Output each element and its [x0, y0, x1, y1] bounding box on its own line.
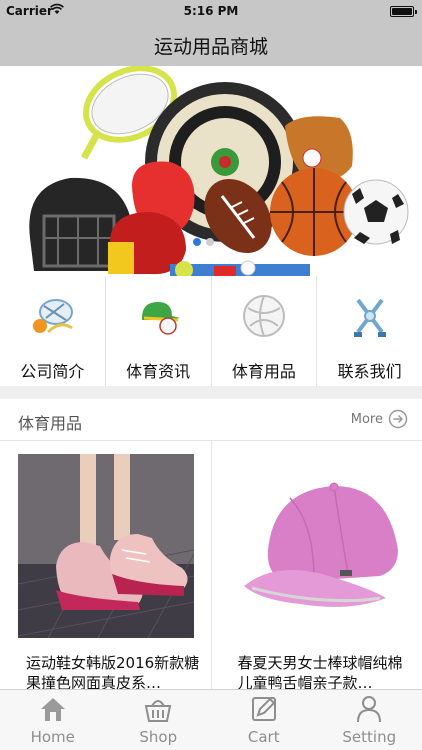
quick-nav-sports-news[interactable]: 体育资讯: [106, 276, 212, 386]
tab-cart[interactable]: Cart: [211, 690, 317, 750]
carousel-indicator[interactable]: [193, 238, 214, 246]
quick-nav-label: 公司简介: [20, 362, 85, 381]
tab-shop[interactable]: Shop: [106, 690, 212, 750]
tab-label: Shop: [139, 728, 178, 746]
quick-nav: 公司简介 体育资讯 体育用品 联系我们: [0, 276, 422, 386]
soccer-ball-image: [343, 179, 409, 245]
sneakers-product-image: [18, 454, 194, 638]
company-profile-icon: [33, 299, 74, 334]
tab-home[interactable]: Home: [0, 690, 106, 750]
status-bar: Carrier 5:16 PM: [0, 0, 422, 22]
carousel-dot-2[interactable]: [206, 238, 214, 246]
clock: 5:16 PM: [183, 4, 239, 18]
user-icon: [357, 696, 382, 723]
quick-nav-contact-us[interactable]: 联系我们: [317, 276, 422, 386]
carousel-dot-1[interactable]: [193, 238, 201, 246]
product-card[interactable]: 运动鞋女韩版2016新款糖果撞色网面真皮系…: [0, 441, 212, 689]
home-icon: [40, 698, 65, 721]
quick-nav-label: 联系我们: [337, 362, 402, 381]
section-title: 体育用品: [18, 414, 83, 433]
cart-edit-icon: [251, 697, 276, 721]
sports-news-icon: [142, 302, 181, 335]
more-label: More: [350, 411, 383, 427]
product-name: 春夏天男女士棒球帽纯棉儿童鸭舌帽亲子款…: [237, 654, 403, 689]
section-header: 体育用品 More: [0, 399, 422, 441]
more-button[interactable]: More: [351, 409, 408, 429]
shop-basket-icon: [145, 700, 172, 722]
quick-nav-label: 体育用品: [231, 362, 296, 381]
contact-us-icon: [353, 298, 386, 337]
golf-ball-image: [240, 260, 256, 276]
product-name: 运动鞋女韩版2016新款糖果撞色网面真皮系…: [26, 654, 200, 689]
navigation-bar: 运动用品商城: [0, 22, 422, 66]
quick-nav-sports-goods[interactable]: 体育用品: [212, 276, 318, 386]
tab-setting[interactable]: Setting: [317, 690, 422, 750]
arrow-right-circle-icon: [388, 409, 408, 429]
tab-label: Cart: [247, 728, 280, 746]
product-card[interactable]: 春夏天男女士棒球帽纯棉儿童鸭舌帽亲子款…: [212, 441, 422, 689]
tab-label: Setting: [342, 728, 397, 746]
quick-nav-company-profile[interactable]: 公司简介: [0, 276, 106, 386]
baseball-cap-product-image: [229, 454, 406, 638]
tab-label: Home: [30, 728, 75, 746]
quick-nav-label: 体育资讯: [126, 362, 191, 381]
section-divider: [0, 386, 422, 399]
sports-goods-icon: [242, 295, 285, 337]
product-grid: 运动鞋女韩版2016新款糖果撞色网面真皮系… 春夏天男女士棒球帽纯棉儿童鸭舌帽亲…: [0, 441, 422, 689]
battery-icon: [390, 6, 417, 17]
page-title: 运动用品商城: [153, 36, 268, 58]
tab-bar: Home Shop Cart Setting: [0, 689, 422, 750]
